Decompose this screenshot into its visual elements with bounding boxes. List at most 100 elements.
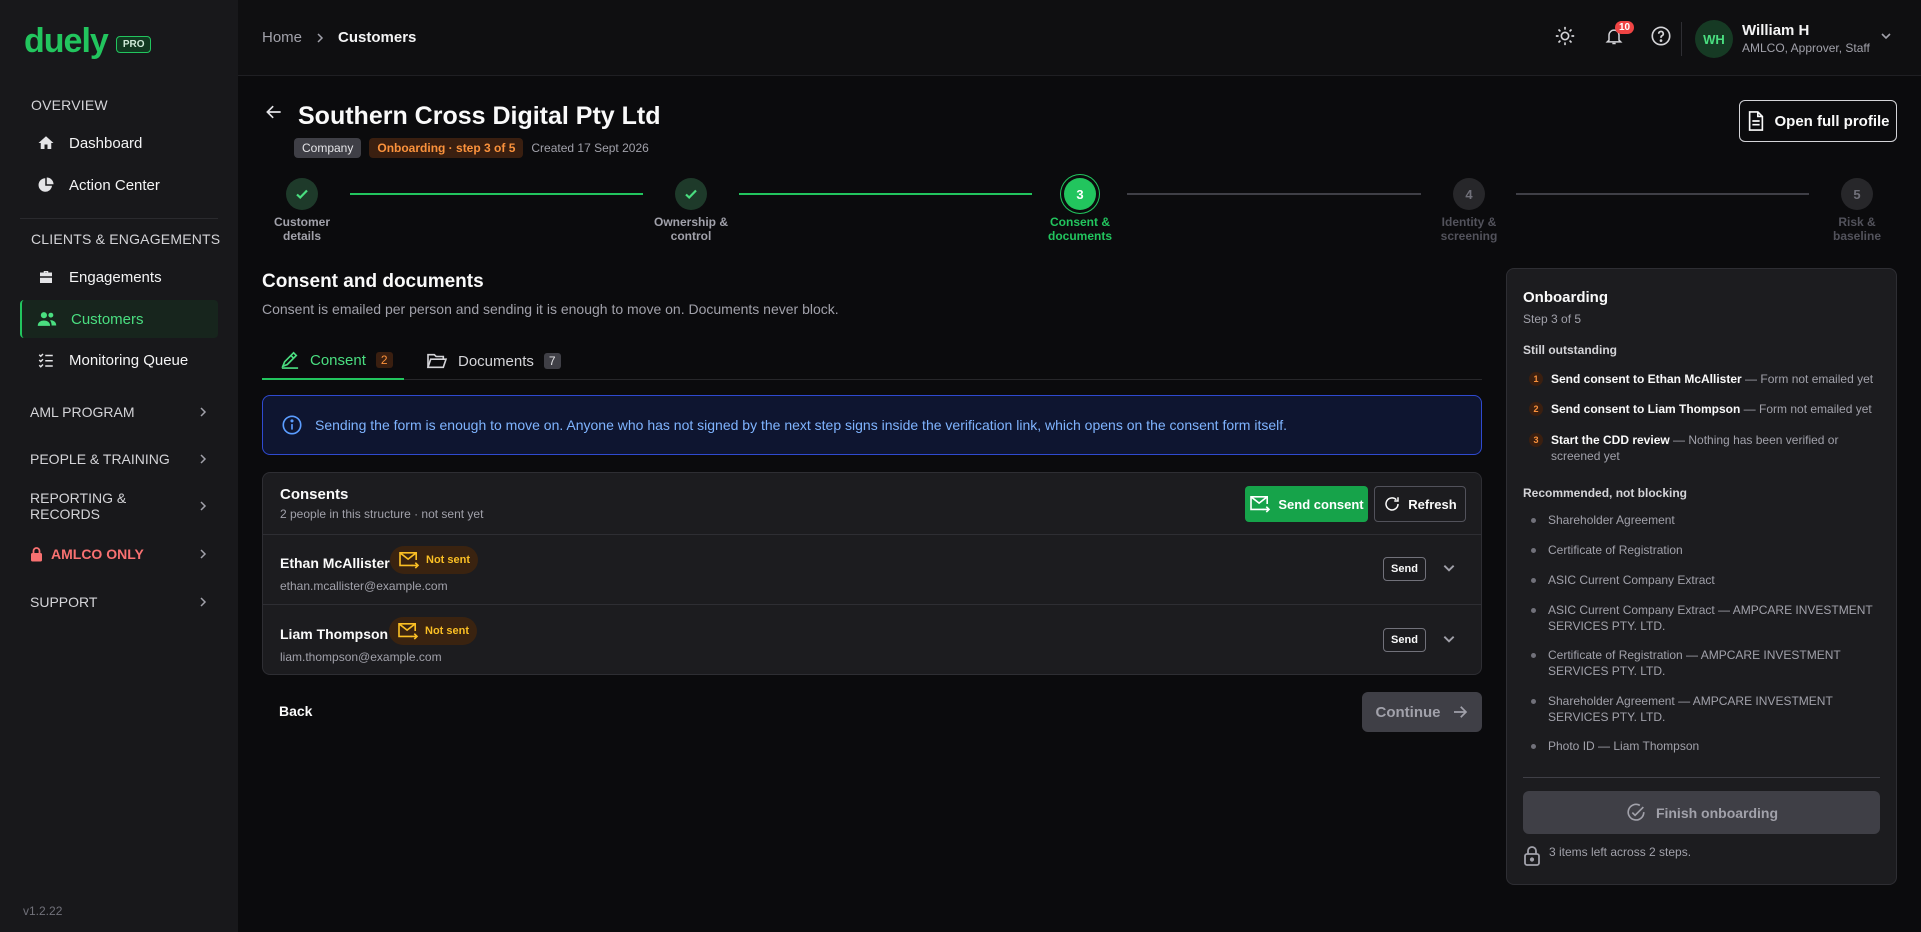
outstanding-item[interactable]: 1 Send consent to Ethan McAllister — For… <box>1529 371 1884 387</box>
avatar[interactable]: WH <box>1695 20 1733 58</box>
step-2-circle[interactable] <box>675 178 707 210</box>
breadcrumb-home[interactable]: Home <box>262 29 302 46</box>
sidebar-group-reporting-records[interactable]: REPORTING & RECORDS <box>30 490 208 522</box>
panel-title: Onboarding <box>1523 289 1608 306</box>
send-consent-button[interactable]: Send consent <box>1245 486 1368 522</box>
step-4-label: Identity & screening <box>1419 215 1519 243</box>
user-roles: AMLCO, Approver, Staff <box>1742 41 1870 55</box>
step-label-line: Ownership & <box>653 215 728 229</box>
step-2-label: Ownership & control <box>641 215 741 243</box>
tab-label: Documents <box>458 352 534 370</box>
recommended-label: ASIC Current Company Extract <box>1548 573 1715 587</box>
user-name[interactable]: William H <box>1742 22 1809 39</box>
open-full-profile-button[interactable]: Open full profile <box>1739 100 1897 142</box>
sidebar-item-action-center[interactable]: Action Center <box>20 166 218 204</box>
signature-icon <box>280 351 300 369</box>
sidebar-group-label: PEOPLE & TRAINING <box>30 451 170 467</box>
help-button[interactable] <box>1647 22 1675 50</box>
mail-send-icon <box>398 551 420 569</box>
step-5-label: Risk & baseline <box>1807 215 1907 243</box>
tab-consent[interactable]: Consent 2 <box>262 342 404 380</box>
info-icon <box>281 414 303 436</box>
status-label: Not sent <box>426 554 470 566</box>
customer-type-badge: Company <box>294 138 362 158</box>
recommended-label: Shareholder Agreement — AMPCARE INVESTME… <box>1548 694 1833 724</box>
step-1-circle[interactable] <box>286 178 318 210</box>
sidebar-group-amlco-only[interactable]: AMLCO ONLY <box>30 539 208 569</box>
panel-subtitle: Step 3 of 5 <box>1523 312 1582 326</box>
sidebar: duely PRO OVERVIEW Dashboard Action Cent… <box>0 0 238 932</box>
theme-toggle-button[interactable] <box>1551 22 1579 50</box>
sidebar-group-aml-program[interactable]: AML PROGRAM <box>30 397 208 427</box>
step-label-line: control <box>670 229 712 243</box>
sidebar-item-label: Dashboard <box>69 134 143 152</box>
send-button[interactable]: Send <box>1383 628 1426 652</box>
bullet-icon <box>1531 699 1536 704</box>
sidebar-item-dashboard[interactable]: Dashboard <box>20 124 218 162</box>
step-label-line: documents <box>1047 229 1112 243</box>
bullet-icon <box>1531 744 1536 749</box>
chevron-down-icon[interactable] <box>1442 632 1456 646</box>
notifications-button[interactable]: 10 <box>1600 21 1635 50</box>
sidebar-item-label: Engagements <box>69 268 162 286</box>
tab-label: Consent <box>310 351 366 369</box>
section-title: Consent and documents <box>262 271 484 292</box>
lock-icon <box>30 546 43 562</box>
sidebar-group-people-training[interactable]: PEOPLE & TRAINING <box>30 444 208 474</box>
page-title: Southern Cross Digital Pty Ltd <box>298 102 661 130</box>
app-version: v1.2.22 <box>23 904 63 918</box>
consent-row: Liam Thompson Not sent liam.thompson@exa… <box>263 606 1481 676</box>
step-3-circle[interactable]: 3 <box>1064 178 1096 210</box>
app-logo[interactable]: duely PRO <box>24 22 152 60</box>
outstanding-number: 2 <box>1529 402 1543 416</box>
stepper-connector <box>350 193 643 195</box>
mail-send-icon <box>397 622 419 640</box>
recommended-item: ASIC Current Company Extract <box>1531 572 1881 588</box>
sidebar-group-support[interactable]: SUPPORT <box>30 587 208 617</box>
recommended-item: Certificate of Registration <box>1531 542 1881 558</box>
chevron-down-icon[interactable] <box>1880 30 1892 42</box>
home-icon <box>37 134 55 152</box>
panel-footer-note: 3 items left across 2 steps. <box>1523 845 1691 867</box>
bullet-icon <box>1531 518 1536 523</box>
continue-button[interactable]: Continue <box>1362 692 1482 732</box>
sidebar-item-engagements[interactable]: Engagements <box>20 258 218 296</box>
sidebar-item-customers[interactable]: Customers <box>20 300 218 338</box>
refresh-button[interactable]: Refresh <box>1374 486 1466 522</box>
outstanding-title: Send consent to Ethan McAllister <box>1551 372 1742 386</box>
outstanding-title: Start the CDD review <box>1551 433 1670 447</box>
outstanding-item[interactable]: 3 Start the CDD review — Nothing has bee… <box>1529 432 1884 464</box>
sidebar-item-monitoring-queue[interactable]: Monitoring Queue <box>20 341 218 379</box>
status-label: Not sent <box>425 625 469 637</box>
logo-text: duely <box>24 22 109 60</box>
outstanding-item[interactable]: 2 Send consent to Liam Thompson — Form n… <box>1529 401 1884 417</box>
sidebar-item-label: Monitoring Queue <box>69 351 189 369</box>
refresh-label: Refresh <box>1408 496 1457 512</box>
recommended-item: Photo ID — Liam Thompson <box>1531 738 1881 754</box>
chevron-right-icon <box>198 454 208 464</box>
back-button[interactable]: Back <box>279 703 312 719</box>
plan-badge: PRO <box>115 35 152 53</box>
back-arrow-button[interactable] <box>264 102 284 122</box>
header-divider <box>1681 22 1682 56</box>
step-label-line: screening <box>1440 229 1498 243</box>
footer-note-text: 3 items left across 2 steps. <box>1549 845 1692 859</box>
person-name: Ethan McAllister <box>280 555 390 571</box>
step-label-line: details <box>282 229 321 243</box>
info-banner-text: Sending the form is enough to move on. A… <box>315 417 1288 433</box>
continue-label: Continue <box>1375 703 1441 721</box>
list-check-icon <box>37 351 55 369</box>
chevron-right-icon <box>198 549 208 559</box>
outstanding-heading: Still outstanding <box>1523 343 1617 357</box>
tab-documents[interactable]: Documents 7 <box>426 342 561 380</box>
recommended-heading: Recommended, not blocking <box>1523 486 1688 500</box>
sidebar-group-label: AMLCO ONLY <box>51 546 144 562</box>
send-button[interactable]: Send <box>1383 557 1426 581</box>
consents-card: Consents 2 people in this structure · no… <box>262 472 1482 675</box>
finish-onboarding-button[interactable]: Finish onboarding <box>1523 791 1880 834</box>
help-circle-icon <box>1650 25 1672 47</box>
bullet-icon <box>1531 578 1536 583</box>
chevron-right-icon <box>316 32 324 43</box>
chevron-right-icon <box>198 597 208 607</box>
chevron-down-icon[interactable] <box>1442 561 1456 575</box>
